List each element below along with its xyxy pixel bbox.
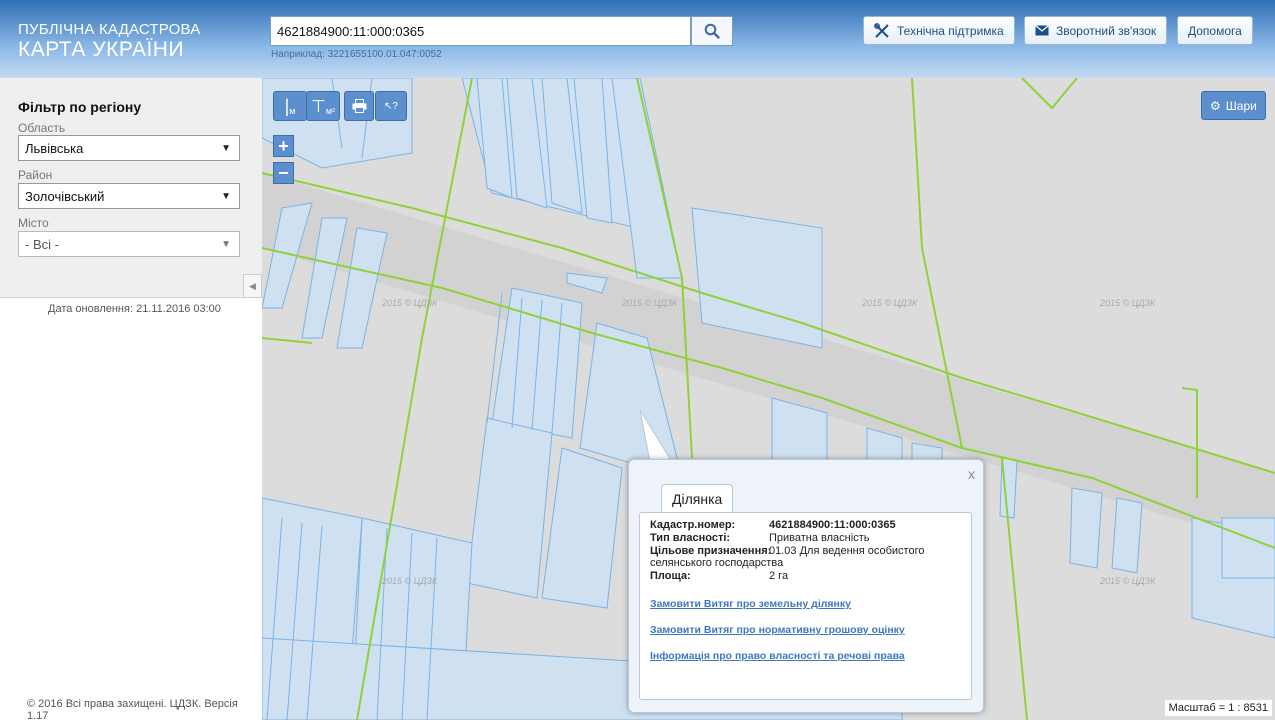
district-select[interactable]: Золочівський ▼ <box>18 183 240 209</box>
dropdown-arrow-icon: ▼ <box>221 142 231 154</box>
copyright: © 2016 Всі права захищені. ЦДЗК. Версія … <box>27 698 238 720</box>
region-filter-panel: Фільтр по регіону Область Львівська ▼ Ра… <box>0 78 262 298</box>
region-label: Область <box>18 121 66 135</box>
zoom-out-button[interactable]: − <box>273 162 294 184</box>
district-label: Район <box>18 168 53 182</box>
area-row: Площа: 2 га <box>650 570 789 582</box>
update-date: Дата оновлення: 21.11.2016 03:00 <box>48 303 221 315</box>
order-valuation-extract-link[interactable]: Замовити Витяг про нормативну грошову оц… <box>650 624 905 636</box>
search-icon <box>704 23 720 39</box>
cadastre-value: 4621884900:11:000:0365 <box>769 519 896 531</box>
measure-length-button[interactable]: | м <box>273 91 307 121</box>
watermark: 2015 © ЦДЗК <box>1100 576 1156 586</box>
support-button[interactable]: Технічна підтримка <box>863 16 1015 45</box>
feedback-button[interactable]: Зворотний зв'язок <box>1024 16 1168 45</box>
header: ПУБЛІЧНА КАДАСТРОВА КАРТА УКРАЇНИ Наприк… <box>0 0 1275 78</box>
watermark: 2015 © ЦДЗК <box>382 576 438 586</box>
scale-indicator: Масштаб = 1 : 8531 <box>1164 700 1272 716</box>
region-select[interactable]: Львівська ▼ <box>18 135 240 161</box>
search-input[interactable] <box>270 16 691 46</box>
logo-line1: ПУБЛІЧНА КАДАСТРОВА <box>18 21 201 38</box>
tab-parcel[interactable]: Ділянка <box>661 484 734 513</box>
city-value: - Всі - <box>25 236 59 252</box>
watermark: 2015 © ЦДЗК <box>382 298 438 308</box>
help-button[interactable]: Допомога <box>1177 16 1253 45</box>
ownership-row: Тип власності: Приватна власність <box>650 532 870 544</box>
close-icon[interactable]: x <box>968 466 975 482</box>
cadastre-row: Кадастр.номер: 4621884900:11:000:0365 <box>650 519 896 531</box>
city-label: Місто <box>18 216 49 230</box>
envelope-icon <box>1035 25 1049 36</box>
area-ruler-icon: ⊤ <box>311 96 326 116</box>
collapse-panel-button[interactable]: ◀ <box>243 274 262 298</box>
district-value: Золочівський <box>25 188 105 204</box>
area-value: 2 га <box>769 570 789 582</box>
purpose-row: Цільове призначення: 01.03 Для ведення о… <box>650 545 925 557</box>
watermark: 2015 © ЦДЗК <box>862 298 918 308</box>
sidebar: Фільтр по регіону Область Львівська ▼ Ра… <box>0 78 262 720</box>
feedback-label: Зворотний зв'язок <box>1056 23 1157 38</box>
purpose-value: 01.03 Для ведення особистого <box>769 545 925 557</box>
help-label: Допомога <box>1188 23 1242 38</box>
region-value: Львівська <box>25 140 84 156</box>
watermark: 2015 © ЦДЗК <box>622 298 678 308</box>
order-land-extract-link[interactable]: Замовити Витяг про земельну ділянку <box>650 598 851 610</box>
ownership-info-link[interactable]: Інформація про право власності та речові… <box>650 650 905 662</box>
print-button[interactable] <box>344 91 374 121</box>
cursor-question-icon: ↖? <box>384 100 398 112</box>
city-select[interactable]: - Всі - ▼ <box>18 231 240 257</box>
identify-button[interactable]: ↖? <box>375 91 407 121</box>
parcel-popup: x Ділянка Кадастр.номер: 4621884900:11:0… <box>628 459 984 713</box>
layers-button[interactable]: ⚙ Шари <box>1201 91 1266 120</box>
search-hint: Наприклад: 3221655100.01.047:0052 <box>271 49 442 60</box>
map-canvas[interactable]: 2015 © ЦДЗК 2015 © ЦДЗК 2015 © ЦДЗК 2015… <box>262 78 1275 720</box>
ownership-value: Приватна власність <box>769 532 870 544</box>
search-button[interactable] <box>691 16 733 46</box>
support-label: Технічна підтримка <box>897 23 1004 38</box>
measure-area-button[interactable]: ⊤ м² <box>306 91 340 121</box>
gear-icon: ⚙ <box>1210 98 1221 113</box>
chevron-left-icon: ◀ <box>249 280 256 291</box>
dropdown-arrow-icon: ▼ <box>221 190 231 202</box>
filter-title: Фільтр по регіону <box>18 99 142 115</box>
printer-icon <box>352 99 366 113</box>
purpose-continuation: селянського господарства <box>650 557 784 569</box>
logo-line2: КАРТА УКРАЇНИ <box>18 38 185 61</box>
popup-body: Кадастр.номер: 4621884900:11:000:0365 Ти… <box>639 512 972 700</box>
dropdown-arrow-icon: ▼ <box>221 238 231 250</box>
layers-label: Шари <box>1225 98 1257 113</box>
watermark: 2015 © ЦДЗК <box>1100 298 1156 308</box>
tools-icon <box>874 22 889 38</box>
zoom-in-button[interactable]: + <box>273 135 294 157</box>
